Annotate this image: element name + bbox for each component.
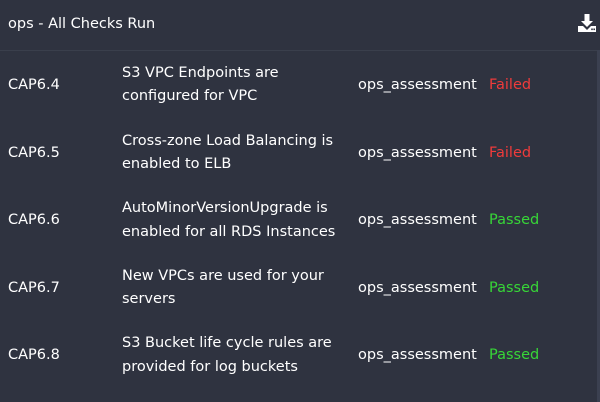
check-description-line: AutoMinorVersionUpgrade is [122,200,328,217]
assessment-name: ops_assessment [358,347,477,364]
check-description-line: Cross-zone Load Balancing is [122,132,334,149]
check-description: New VPCs are used for your servers [122,265,347,312]
check-id: CAP6.7 [8,279,60,296]
check-description: Cross-zone Load Balancing is enabled to … [122,130,347,177]
download-icon[interactable] [577,13,597,33]
assessment-name: ops_assessment [358,212,477,229]
status-badge: Failed [489,144,532,161]
status-badge: Passed [489,212,540,229]
check-description: S3 Bucket life cycle rules are provided … [122,332,347,379]
status-badge: Passed [489,279,540,296]
check-description-line: provided for log buckets [122,358,298,375]
table-row[interactable]: CAP6.6 AutoMinorVersionUpgrade is enable… [0,187,597,255]
panel-title: ops - All Checks Run [8,16,156,32]
check-description: AutoMinorVersionUpgrade is enabled for a… [122,197,347,244]
check-description-line: enabled for all RDS Instances [122,223,336,240]
check-description-line: configured for VPC [122,88,258,105]
status-badge: Failed [489,77,532,93]
assessment-name: ops_assessment [358,77,477,93]
check-description-line: servers [122,291,176,308]
check-id: CAP6.4 [8,77,60,93]
table-row[interactable]: CAP6.8 S3 Bucket life cycle rules are pr… [0,322,597,390]
check-description-line: New VPCs are used for your [122,267,324,284]
checks-panel: ops - All Checks Run CAP6.4 S3 VPC Endpo… [0,0,600,402]
assessment-name: ops_assessment [358,144,477,161]
table-row[interactable]: CAP6.5 Cross-zone Load Balancing is enab… [0,120,597,188]
checks-list: CAP6.4 S3 VPC Endpoints are configured f… [0,52,597,390]
header-divider [0,50,598,51]
status-badge: Passed [489,347,540,364]
assessment-name: ops_assessment [358,279,477,296]
check-id: CAP6.5 [8,144,60,161]
check-id: CAP6.6 [8,212,60,229]
download-icon-graphic [578,14,596,32]
check-description-line: S3 Bucket life cycle rules are [122,335,332,352]
table-row[interactable]: CAP6.7 New VPCs are used for your server… [0,255,597,323]
check-description-line: enabled to ELB [122,156,232,172]
check-description-line: S3 VPC Endpoints are [122,65,279,81]
check-description: S3 VPC Endpoints are configured for VPC [122,62,347,109]
check-id: CAP6.8 [8,347,60,364]
table-row[interactable]: CAP6.4 S3 VPC Endpoints are configured f… [0,52,597,120]
panel-header: ops - All Checks Run [0,0,600,50]
